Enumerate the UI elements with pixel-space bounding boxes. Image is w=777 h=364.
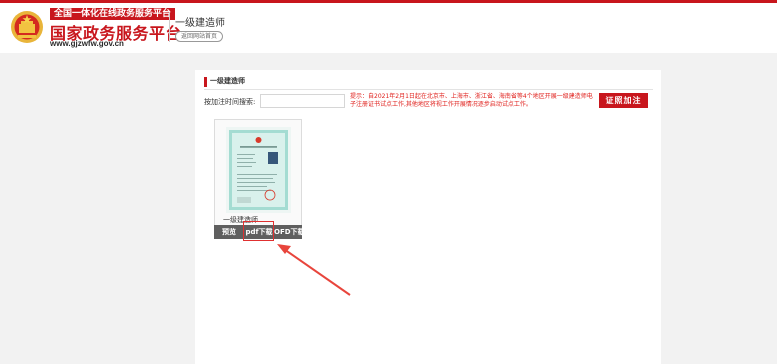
annotation-arrow-icon <box>277 244 351 296</box>
